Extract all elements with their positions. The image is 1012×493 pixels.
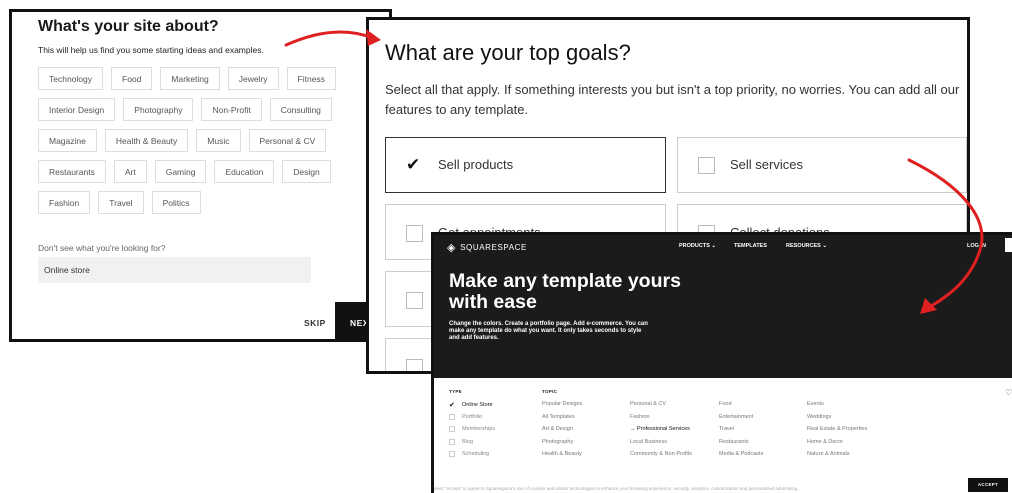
category-tags: Technology Food Marketing Jewelry Fitness Int… (38, 67, 338, 222)
category-tag[interactable]: Photography (123, 98, 194, 121)
topic-filter-item[interactable]: Health & Beauty (542, 451, 582, 457)
category-tag[interactable]: Marketing (160, 67, 220, 90)
type-filter-label: Portfolio (462, 413, 483, 420)
topic-header: TOPIC (542, 389, 558, 394)
nav-resources[interactable]: RESOURCES ⌄ (786, 243, 827, 249)
goal-option-sell-services[interactable]: Sell services (677, 137, 967, 193)
custom-category-input[interactable] (38, 257, 311, 283)
goal-label: Sell products (438, 157, 514, 172)
topic-filter-item[interactable]: Travel (719, 426, 734, 432)
tag-row: Restaurants Art Gaming Education Design (38, 160, 338, 183)
category-tag[interactable]: Restaurants (38, 160, 106, 183)
topic-filter-item[interactable]: Community & Non-Profits (630, 451, 692, 457)
checkbox-icon (698, 157, 715, 174)
type-filter-item[interactable]: Blog (449, 438, 474, 445)
type-filter-label: Online Store (462, 402, 493, 408)
topic-filter-item[interactable]: Personal & CV (630, 401, 666, 407)
topic-filter-item[interactable]: Events (807, 401, 824, 407)
category-tag[interactable]: Politics (151, 191, 201, 214)
checkbox-icon (449, 413, 455, 420)
cookie-notice: elect "Accept" to agree to Squarespace's… (434, 486, 799, 491)
topic-filter-item[interactable]: Popular Designs (542, 401, 582, 407)
topic-filter-item[interactable]: Fashion (630, 414, 650, 420)
tag-row: Technology Food Marketing Jewelry Fitness (38, 67, 338, 90)
nav-templates[interactable]: TEMPLATES (734, 243, 767, 249)
category-tag[interactable]: Interior Design (38, 98, 116, 121)
goals-title: What are your top goals? (385, 40, 631, 65)
type-filter-item[interactable]: Memberships (449, 426, 495, 432)
category-tag[interactable]: Technology (38, 67, 104, 90)
topic-filter-item[interactable]: All Templates (542, 414, 575, 420)
type-header: TYPE (449, 389, 462, 394)
checkbox-icon (449, 451, 455, 457)
checkmark-icon: ✔ (449, 402, 455, 409)
checkbox-icon (406, 359, 423, 371)
tag-row: Fashion Travel Politics (38, 191, 338, 214)
topic-filter-item[interactable]: Weddings (807, 414, 831, 420)
squarespace-templates-panel: ◈ SQUARESPACE PRODUCTS ⌄ TEMPLATES RESOU… (431, 232, 1012, 493)
topic-filter-item[interactable]: Photography (542, 439, 573, 445)
category-tag[interactable]: Magazine (38, 129, 97, 152)
hero-title: Make any template yours with ease (449, 270, 681, 313)
category-tag[interactable]: Consulting (269, 98, 332, 121)
hero-subtitle: Change the colors. Create a portfolio pa… (449, 321, 648, 341)
category-tag[interactable]: Music (196, 129, 241, 152)
not-found-question: Don't see what you're looking for? (38, 243, 166, 253)
category-tag[interactable]: Non-Profit (201, 98, 262, 121)
category-tag[interactable]: Gaming (154, 160, 207, 183)
checkbox-icon (406, 225, 423, 242)
topic-filter-item[interactable]: Nature & Animals (807, 451, 850, 457)
category-tag[interactable]: Health & Beauty (104, 129, 189, 152)
category-tag[interactable]: Personal & CV (248, 129, 327, 152)
login-link[interactable]: LOG IN (967, 243, 986, 249)
category-tag[interactable]: Food (111, 67, 153, 90)
checkbox-icon (449, 426, 455, 432)
category-tag[interactable]: Art (113, 160, 147, 183)
checkmark-icon: ✔ (406, 155, 421, 174)
category-tag[interactable]: Fashion (38, 191, 91, 214)
topic-filter-item[interactable]: Media & Podcasts (719, 451, 763, 457)
goal-option-sell-products[interactable]: ✔ Sell products (385, 137, 666, 193)
topic-filter-item[interactable]: Home & Decor (807, 439, 843, 445)
type-filter-item[interactable]: ✔ Online Store (449, 401, 493, 409)
topic-filter-item[interactable]: Real Estate & Properties (807, 426, 867, 432)
topic-filter-item[interactable]: → Professional Services (630, 426, 690, 432)
goal-label: Sell services (730, 157, 803, 172)
topic-filter-item[interactable]: Local Business (630, 439, 667, 445)
category-tag[interactable]: Education (214, 160, 275, 183)
type-filter-label: Memberships (462, 426, 496, 432)
site-about-title: What's your site about? (38, 18, 219, 35)
heart-icon[interactable]: ♡ (1005, 388, 1012, 397)
goals-subtitle: Select all that apply. If something inte… (385, 82, 960, 117)
hero-banner: ◈ SQUARESPACE PRODUCTS ⌄ TEMPLATES RESOU… (434, 235, 1012, 378)
checkbox-icon (406, 292, 423, 309)
type-filter-item[interactable]: Portfolio (449, 413, 483, 420)
accept-cookies-button[interactable]: ACCEPT (968, 478, 1008, 492)
topic-filter-item[interactable]: Food (719, 401, 732, 407)
topic-filter-item[interactable]: Art & Design (542, 426, 573, 432)
topic-filter-item[interactable]: Entertainment (719, 414, 753, 420)
tag-row: Magazine Health & Beauty Music Personal & C… (38, 129, 338, 152)
skip-button[interactable]: SKIP (304, 318, 326, 328)
logo-text: SQUARESPACE (460, 243, 527, 252)
site-about-subtitle: This will help us find you some starting… (38, 45, 264, 55)
tag-row: Interior Design Photography Non-Profit Cons… (38, 98, 338, 121)
category-tag[interactable]: Design (282, 160, 331, 183)
category-tag[interactable]: Fitness (286, 67, 336, 90)
squarespace-logo[interactable]: ◈ SQUARESPACE (447, 241, 527, 254)
topic-filter-item[interactable]: Restaurants (719, 439, 749, 445)
category-tag[interactable]: Travel (98, 191, 144, 214)
type-filter-label: Scheduling (462, 451, 490, 457)
squarespace-logo-icon: ◈ (447, 242, 457, 254)
category-tag[interactable]: Jewelry (227, 67, 279, 90)
checkbox-icon (449, 438, 455, 445)
type-filter-item[interactable]: Scheduling (449, 451, 489, 457)
nav-products[interactable]: PRODUCTS ⌄ (679, 243, 716, 249)
site-about-panel: What's your site about? This will help u… (9, 9, 392, 342)
get-started-button[interactable] (1005, 238, 1012, 252)
type-filter-label: Blog (462, 438, 474, 445)
